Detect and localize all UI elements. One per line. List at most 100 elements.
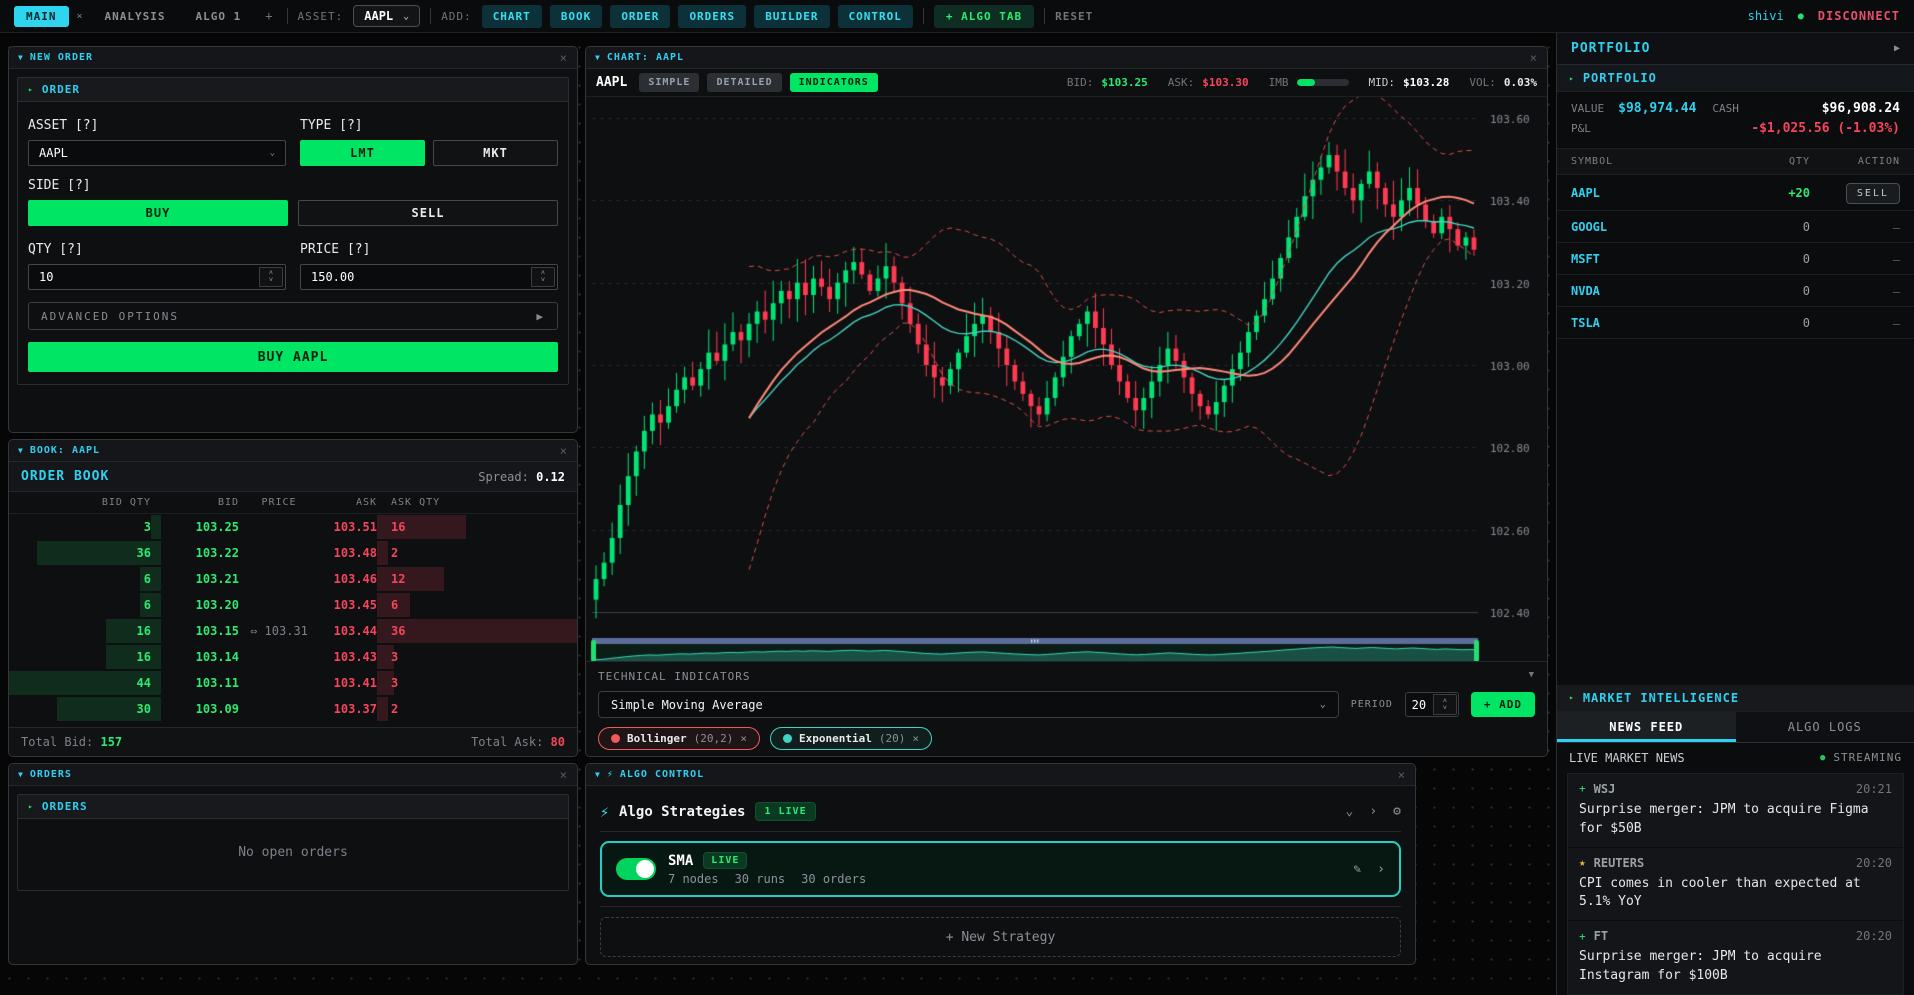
asset-select[interactable]: AAPL ⌄ xyxy=(353,5,420,27)
ask-price: 103.41 xyxy=(319,670,377,696)
tab-algo-logs[interactable]: ALGO LOGS xyxy=(1736,712,1914,742)
add-orders-button[interactable]: ORDERS xyxy=(678,5,746,28)
news-item[interactable]: +WSJ20:21Surprise merger: JPM to acquire… xyxy=(1568,774,1903,848)
indicator-chip-bollinger[interactable]: Bollinger(20,2)× xyxy=(598,727,760,750)
chevron-right-icon[interactable]: › xyxy=(1377,862,1385,877)
mid-price-marker xyxy=(239,644,319,670)
spin-down-icon[interactable]: ˅ xyxy=(269,277,273,284)
mid-price-marker xyxy=(239,670,319,696)
chevron-right-icon[interactable]: › xyxy=(1369,804,1377,819)
qty-stepper[interactable]: ˄ ˅ xyxy=(259,267,283,287)
tab-main[interactable]: MAIN xyxy=(14,6,69,27)
orders-panel-header[interactable]: ▼ ORDERS × xyxy=(9,764,577,786)
collapse-icon[interactable]: ▼ xyxy=(18,770,24,779)
chevron-down-icon[interactable]: ⌄ xyxy=(1346,804,1354,819)
divider xyxy=(1044,8,1045,24)
imbalance-label: IMB xyxy=(1269,76,1289,89)
ask-price: 103.46 xyxy=(319,566,377,592)
news-item[interactable]: +FT20:20Surprise merger: JPM to acquire … xyxy=(1568,921,1903,994)
candlestick-chart-canvas[interactable] xyxy=(586,97,1546,663)
bid-qty-value: 16 xyxy=(137,650,151,664)
add-book-button[interactable]: BOOK xyxy=(550,5,603,28)
indicator-color-dot xyxy=(783,734,792,743)
bid-price: 103.15 xyxy=(161,618,239,644)
ask-label: ASK: xyxy=(1168,76,1195,89)
indicator-color-dot xyxy=(611,734,620,743)
pencil-icon[interactable]: ✎ xyxy=(1353,862,1361,877)
ask-qty-cell: 16 xyxy=(377,514,577,540)
streaming-dot-icon: ● xyxy=(1820,753,1826,763)
bid-value: $103.25 xyxy=(1101,76,1147,89)
price-stepper[interactable]: ˄ ˅ xyxy=(531,267,555,287)
bid-qty-value: 6 xyxy=(144,572,151,586)
new-order-panel-header[interactable]: ▼ NEW ORDER × xyxy=(9,47,577,69)
tab-analysis[interactable]: ANALYSIS xyxy=(95,6,176,27)
chart-panel-header[interactable]: ▼ CHART: AAPL × xyxy=(586,47,1547,69)
add-label: ADD: xyxy=(441,10,472,23)
sell-position-button[interactable]: SELL xyxy=(1846,183,1900,204)
indicator-chip-exponential[interactable]: Exponential(20)× xyxy=(770,727,932,750)
period-stepper[interactable]: ˄ ˅ xyxy=(1433,694,1457,715)
collapse-icon[interactable]: ▼ xyxy=(18,53,24,62)
side-sell-button[interactable]: SELL xyxy=(298,200,558,226)
tab-close-icon[interactable]: × xyxy=(77,11,83,22)
gear-icon[interactable]: ⚙ xyxy=(1393,804,1401,819)
disconnect-button[interactable]: DISCONNECT xyxy=(1818,9,1900,23)
live-count-badge: 1 LIVE xyxy=(755,802,815,821)
period-input[interactable] xyxy=(1406,693,1432,716)
tab-algo-1[interactable]: ALGO 1 xyxy=(186,6,252,27)
col-qty: QTY xyxy=(1730,156,1810,167)
collapse-icon[interactable]: ▼ xyxy=(595,770,601,779)
imbalance-bar xyxy=(1297,79,1349,86)
order-asset-select[interactable]: AAPL ⌄ xyxy=(28,140,286,166)
order-type-lmt-button[interactable]: LMT xyxy=(300,140,425,166)
technical-indicators-title: TECHNICAL INDICATORS xyxy=(598,670,750,683)
add-chart-button[interactable]: CHART xyxy=(482,5,542,28)
spin-down-icon[interactable]: ˅ xyxy=(541,277,545,284)
order-type-mkt-button[interactable]: MKT xyxy=(433,140,558,166)
chart-view-simple-button[interactable]: SIMPLE xyxy=(639,73,699,92)
bid-qty-value: 6 xyxy=(144,598,151,612)
buy-aapl-button[interactable]: BUY AAPL xyxy=(28,342,558,372)
news-item[interactable]: ★REUTERS20:20CPI comes in cooler than ex… xyxy=(1568,848,1903,922)
orders-panel: ▼ ORDERS × ▸ ORDERS No open orders xyxy=(8,763,578,965)
chart-view-detailed-button[interactable]: DETAILED xyxy=(707,73,781,92)
collapse-icon[interactable]: ▼ xyxy=(18,446,24,455)
add-algo-tab-button[interactable]: + ALGO TAB xyxy=(934,5,1034,28)
new-strategy-button[interactable]: + New Strategy xyxy=(600,917,1401,957)
add-indicator-button[interactable]: + ADD xyxy=(1471,692,1535,717)
close-icon[interactable]: × xyxy=(560,51,568,65)
remove-indicator-icon[interactable]: × xyxy=(740,732,747,745)
collapse-icon[interactable]: ▼ xyxy=(1529,670,1535,683)
close-icon[interactable]: × xyxy=(560,768,568,782)
spin-down-icon[interactable]: ˅ xyxy=(1443,705,1447,712)
lightning-icon: ⚡ xyxy=(600,803,609,821)
side-buy-button[interactable]: BUY xyxy=(28,200,288,226)
expand-right-icon[interactable]: ▶ xyxy=(1894,43,1900,54)
close-icon[interactable]: × xyxy=(1530,51,1538,65)
ask-qty-cell: 2 xyxy=(377,696,577,722)
order-book-panel-header[interactable]: ▼ BOOK: AAPL × xyxy=(9,440,577,462)
bid-qty-cell: 36 xyxy=(9,540,161,566)
chart-view-indicators-button[interactable]: INDICATORS xyxy=(790,73,878,92)
qty-input[interactable] xyxy=(29,265,257,289)
add-control-button[interactable]: CONTROL xyxy=(838,5,913,28)
strategy-card-sma[interactable]: SMA LIVE 7 nodes30 runs30 orders ✎ › xyxy=(600,841,1401,897)
close-icon[interactable]: × xyxy=(560,444,568,458)
close-icon[interactable]: × xyxy=(1398,768,1406,782)
price-input[interactable] xyxy=(301,265,529,289)
strategy-toggle[interactable] xyxy=(616,858,656,880)
add-tab-icon[interactable]: + xyxy=(261,9,276,23)
advanced-options-toggle[interactable]: ADVANCED OPTIONS ▶ xyxy=(28,302,558,330)
lightning-icon: ⚡ xyxy=(607,769,614,780)
remove-indicator-icon[interactable]: × xyxy=(912,732,919,745)
pnl-label: P&L xyxy=(1571,122,1591,135)
order-asset-value: AAPL xyxy=(39,146,68,160)
collapse-icon[interactable]: ▼ xyxy=(595,53,601,62)
add-builder-button[interactable]: BUILDER xyxy=(754,5,829,28)
add-order-button[interactable]: ORDER xyxy=(610,5,670,28)
tab-news-feed[interactable]: NEWS FEED xyxy=(1557,712,1736,742)
reset-button[interactable]: RESET xyxy=(1055,10,1093,23)
algo-control-panel-header[interactable]: ▼ ⚡ ALGO CONTROL × xyxy=(586,764,1415,786)
indicator-select[interactable]: Simple Moving Average ⌄ xyxy=(598,691,1339,718)
